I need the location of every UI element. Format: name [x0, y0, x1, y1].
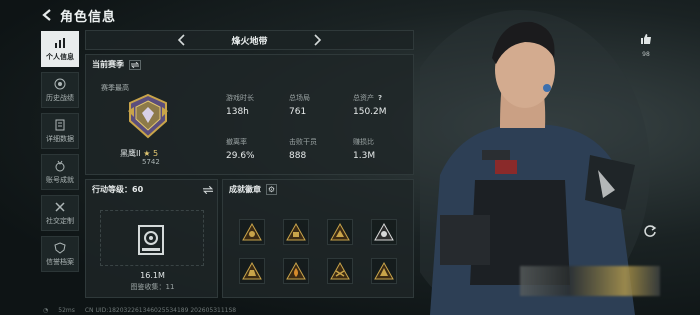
mode-name: 烽火地带 — [231, 36, 268, 47]
top-bar: 角色信息 — [40, 4, 116, 26]
vault-icon — [138, 225, 164, 255]
gear-badge-icon[interactable] — [371, 219, 397, 245]
chevron-right-icon[interactable] — [312, 34, 322, 46]
sidebar-item-label: 社交定制 — [46, 216, 74, 225]
blurred-loadout — [520, 266, 660, 296]
sidebar-item-social[interactable]: 社交定制 — [41, 195, 79, 231]
collection-count: 图鉴收集：11 — [130, 283, 175, 291]
rank-badge-icon — [128, 93, 168, 139]
swap-icon[interactable] — [203, 185, 213, 194]
stat-operators-defeated: 击败干员 888 — [289, 138, 317, 161]
swap-button[interactable] — [129, 59, 141, 70]
sidebar-item-credit[interactable]: 信誉档案 — [41, 236, 79, 272]
sidebar-item-achievements[interactable]: 账号成就 — [41, 154, 79, 190]
stat-profit-loss: 赚损比 1.3M — [353, 138, 376, 161]
stat-total-assets: 总资产? 150.2M — [353, 94, 387, 117]
tools-icon — [55, 201, 65, 212]
sidebar-item-label: 信誉档案 — [46, 257, 74, 266]
medal-icon — [55, 160, 65, 171]
achievement-badges-panel: 成就徽章 ⚙ — [222, 179, 414, 298]
sidebar-item-history[interactable]: 历史战绩 — [41, 72, 79, 108]
rank-stars: ★ 5 — [143, 149, 159, 158]
pyramid-badge-icon[interactable] — [371, 258, 397, 284]
sidebar: 个人信息 历史战绩 详细数据 账号成就 社交定制 信誉档案 — [41, 31, 81, 277]
stat-play-time: 游戏时长 138h — [226, 94, 254, 117]
flame-badge-icon[interactable] — [283, 258, 309, 284]
rotate-icon[interactable] — [643, 224, 657, 238]
back-arrow-icon[interactable] — [40, 8, 54, 22]
chevron-left-icon[interactable] — [177, 34, 187, 46]
sidebar-item-label: 详细数据 — [46, 134, 74, 143]
document-icon — [55, 119, 65, 130]
shield-icon — [54, 241, 66, 254]
like-count: 98 — [642, 51, 650, 58]
sidebar-item-label: 账号成就 — [46, 175, 74, 184]
help-icon[interactable]: ? — [378, 94, 382, 102]
action-level-title: 行动等级：60 — [92, 185, 144, 194]
action-level-panel: 行动等级：60 16.1M 图鉴收集：11 — [85, 179, 218, 298]
rank-score: 5742 — [142, 158, 160, 166]
achievements-title: 成就徽章 — [229, 185, 261, 194]
hunter-badge-icon[interactable] — [327, 258, 353, 284]
stat-total-matches: 总场局 761 — [289, 94, 310, 117]
sidebar-item-personal-info[interactable]: 个人信息 — [41, 31, 79, 67]
shield-badge-icon[interactable] — [283, 219, 309, 245]
uid-text: CN UID:182032261346025534189 2026053111S… — [84, 307, 237, 314]
sidebar-item-label: 历史战绩 — [46, 93, 74, 102]
wifi-icon: ◔ — [43, 307, 49, 314]
season-best-label: 赛季最高 — [101, 84, 129, 92]
helmet-badge-icon[interactable] — [239, 219, 265, 245]
mode-selector: 烽火地带 — [85, 30, 414, 50]
status-footer: ◔ 52ms CN UID:182032261346025534189 2026… — [43, 307, 236, 314]
sidebar-item-details[interactable]: 详细数据 — [41, 113, 79, 149]
like-button[interactable]: 98 — [636, 30, 656, 58]
sidebar-item-label: 个人信息 — [46, 52, 74, 61]
bar-chart-icon — [55, 37, 65, 48]
gear-icon[interactable]: ⚙ — [266, 184, 277, 195]
section-title: 当前赛季 — [92, 60, 124, 69]
wolf-badge-icon[interactable] — [239, 258, 265, 284]
swap-icon — [131, 61, 139, 68]
thumbs-up-icon — [641, 34, 651, 44]
collection-value: 16.1M — [140, 271, 165, 280]
skull-badge-icon[interactable] — [327, 219, 353, 245]
target-icon — [54, 78, 66, 89]
current-season-panel: 当前赛季 赛季最高 黑鹰II ★ 5 5742 游戏时长 138h 总场局 76… — [85, 54, 414, 175]
ping-value: 52ms — [58, 307, 75, 314]
page-title: 角色信息 — [60, 9, 117, 25]
stat-extract-rate: 撤离率 29.6% — [226, 138, 255, 161]
